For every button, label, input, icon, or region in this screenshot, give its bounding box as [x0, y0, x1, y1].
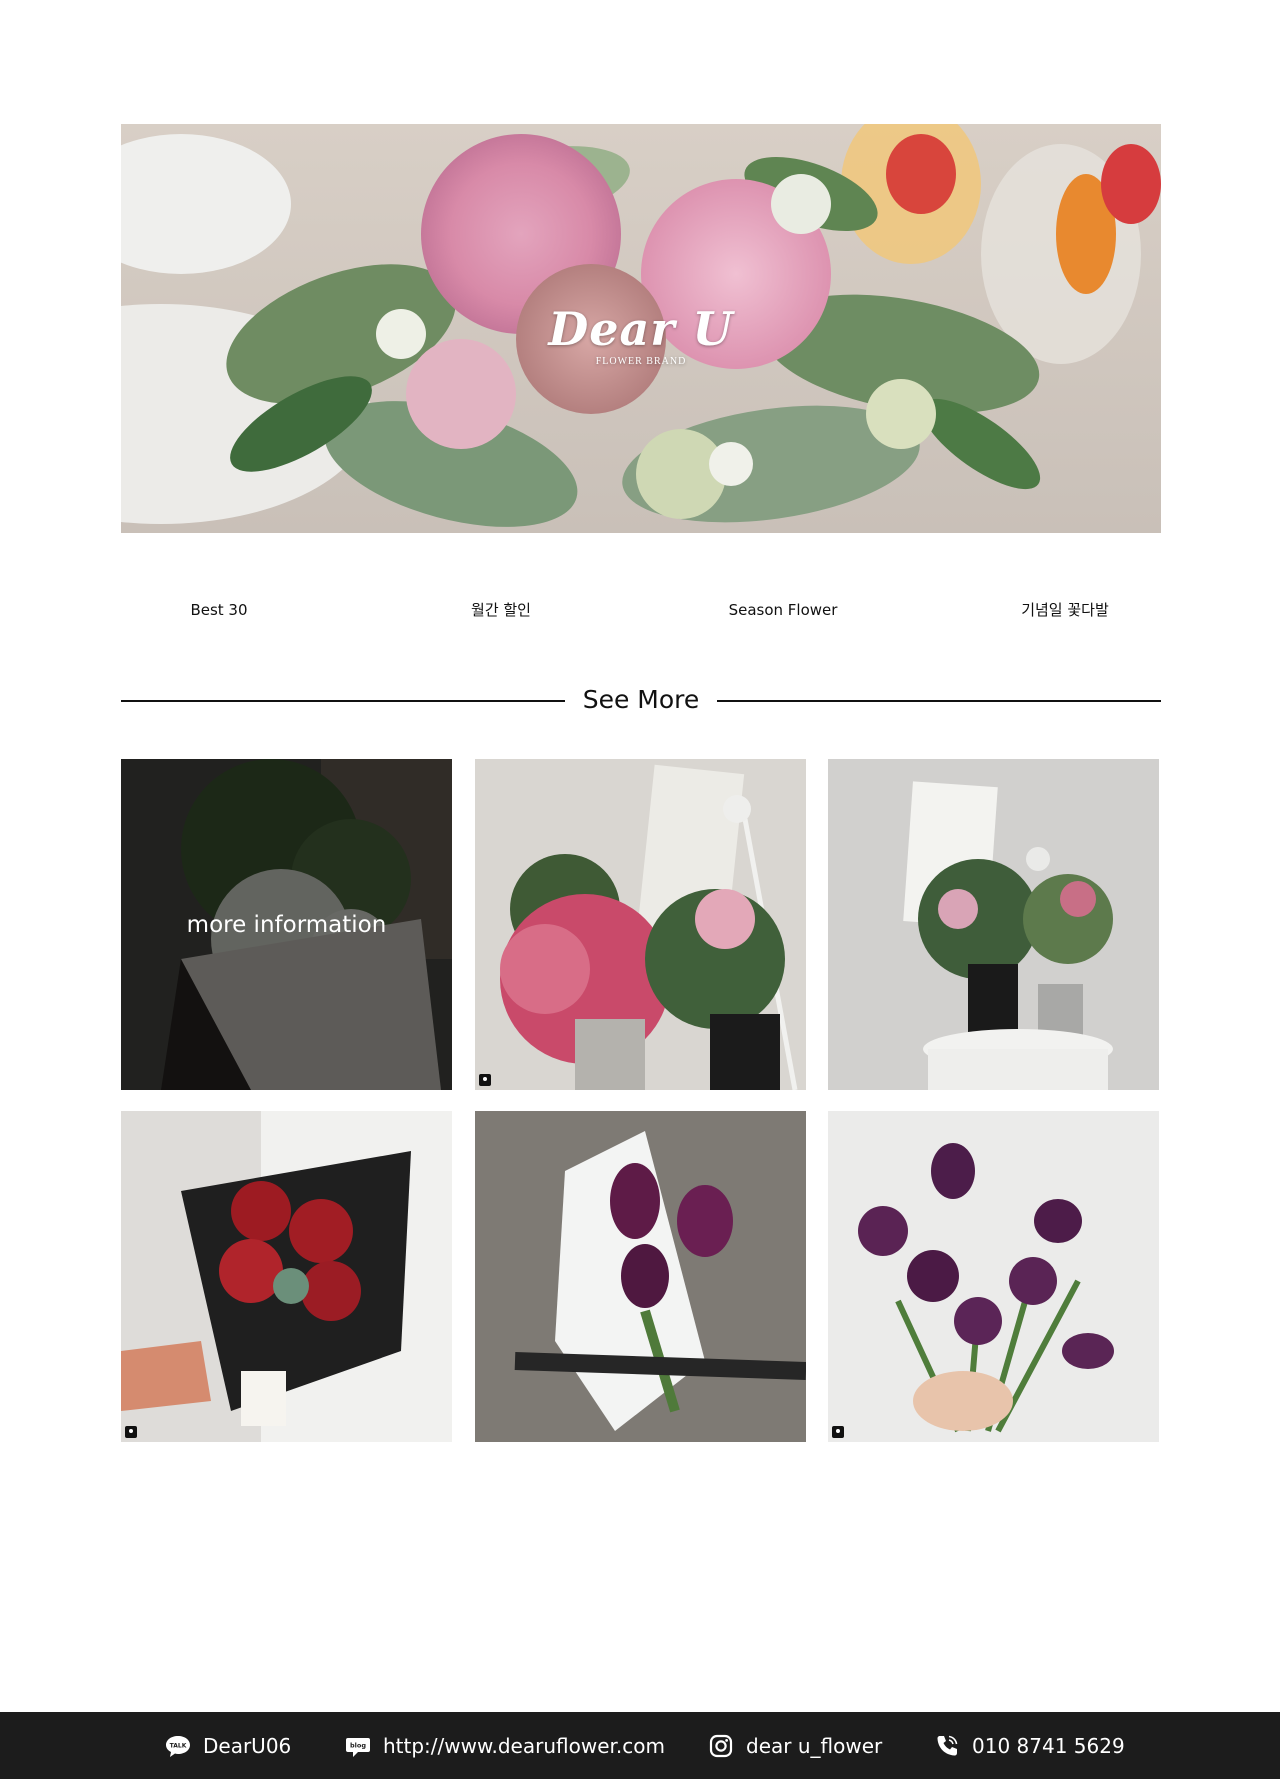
phone-contact[interactable]: 010 8741 5629 — [934, 1712, 1125, 1779]
blog-contact[interactable]: blog http://www.dearuflower.com — [345, 1712, 665, 1779]
talk-bubble-icon: TALK — [166, 1735, 190, 1757]
purple-tulips-in-hand-photo — [828, 1111, 1159, 1442]
instagram-badge-icon — [479, 1074, 491, 1086]
instagram-contact[interactable]: dear u_flower — [708, 1712, 882, 1779]
category-best-30[interactable]: Best 30 — [119, 595, 319, 625]
blog-url: http://www.dearuflower.com — [383, 1733, 665, 1758]
category-nav: Best 30 월간 할인 Season Flower 기념일 꽃다발 — [121, 595, 1161, 625]
purple-tulips-wrapped-photo — [475, 1111, 806, 1442]
svg-text:blog: blog — [350, 1741, 366, 1749]
kakao-contact[interactable]: TALK DearU06 — [165, 1712, 291, 1779]
gallery-tile[interactable]: more information — [121, 759, 452, 1090]
blog-bubble-icon: blog — [346, 1737, 370, 1757]
see-more-link[interactable]: See More — [561, 680, 721, 720]
instagram-badge-icon — [832, 1426, 844, 1438]
kakao-id: DearU06 — [203, 1733, 292, 1758]
instagram-icon — [709, 1734, 733, 1757]
gallery-tile[interactable] — [828, 1111, 1159, 1442]
gallery-tile[interactable] — [828, 759, 1159, 1090]
gallery-tile[interactable] — [475, 759, 806, 1090]
footer-contact-bar: TALK DearU06 blog http://www.dearuflower… — [0, 1712, 1280, 1779]
lilies-on-stool-photo — [828, 759, 1159, 1090]
phone-icon — [937, 1735, 958, 1755]
phone-number: 010 8741 5629 — [972, 1733, 1125, 1758]
category-monthly-sale[interactable]: 월간 할인 — [401, 595, 601, 625]
instagram-badge-icon — [125, 1426, 137, 1438]
category-anniversary-bouquet[interactable]: 기념일 꽃다발 — [965, 595, 1165, 625]
divider-line-left — [121, 700, 565, 702]
instagram-handle: dear u_flower — [746, 1733, 883, 1758]
roses-and-lilies-in-vases-photo — [475, 759, 806, 1090]
divider-line-right — [717, 700, 1161, 702]
red-roses-bouquet-photo — [121, 1111, 452, 1442]
gallery-tile[interactable] — [475, 1111, 806, 1442]
hero-banner[interactable]: Dear U FLOWER BRAND — [121, 124, 1161, 533]
brand-logo: Dear U FLOWER BRAND — [121, 304, 1161, 367]
see-more-divider: See More — [121, 680, 1161, 720]
more-information-label: more information — [186, 911, 387, 938]
brand-subtitle: FLOWER BRAND — [595, 356, 687, 367]
brand-name: Dear U — [548, 302, 734, 356]
gallery-tile[interactable] — [121, 1111, 452, 1442]
svg-text:TALK: TALK — [170, 1742, 187, 1749]
tile-hover-overlay: more information — [121, 759, 452, 1090]
category-season-flower[interactable]: Season Flower — [683, 595, 883, 625]
